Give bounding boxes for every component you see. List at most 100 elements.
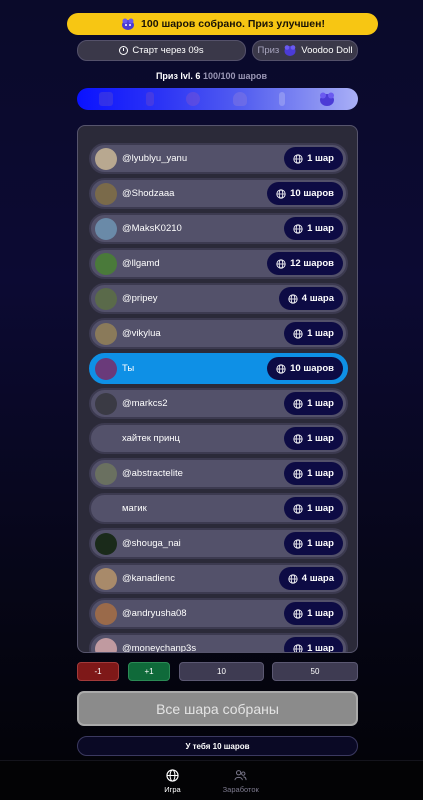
globe-icon (293, 538, 303, 549)
ball-count-text: 4 шара (301, 573, 334, 584)
avatar (95, 428, 117, 450)
ball-count-text: 1 шар (307, 398, 334, 409)
globe-icon (293, 468, 303, 479)
ball-count-badge: 1 шар (284, 392, 343, 415)
list-item[interactable]: @andryusha08 1 шар (89, 598, 348, 629)
start-timer: Старт через 09s (77, 40, 246, 61)
add-ten-button[interactable]: 10 (179, 662, 264, 681)
avatar (95, 357, 117, 380)
list-item[interactable]: @lyublyu_yanu 1 шар (89, 143, 348, 174)
avatar (95, 252, 117, 275)
globe-icon (166, 769, 179, 782)
ball-count-text: 12 шаров (290, 258, 334, 269)
player-name: магик (122, 503, 147, 514)
list-item[interactable]: @vikylua 1 шар (89, 318, 348, 349)
ball-count-text: 1 шар (307, 433, 334, 444)
level-4-icon (232, 92, 247, 106)
list-item[interactable]: магик 1 шар (89, 493, 348, 524)
list-item-me[interactable]: Ты 10 шаров (89, 353, 348, 384)
avatar (95, 567, 117, 590)
players-list[interactable]: @lyublyu_yanu 1 шар @Shodzaaa 10 шаров @Maks… (77, 125, 358, 653)
player-name: @andryusha08 (122, 608, 187, 619)
player-name: @shouga_nai (122, 538, 181, 549)
prize-level-heading: Приз lvl. 6 100/100 шаров (0, 71, 423, 81)
list-item[interactable]: @shouga_nai 1 шар (89, 528, 348, 559)
ball-count-badge: 1 шар (284, 462, 343, 485)
globe-icon (293, 608, 303, 619)
prize-level-label: Приз lvl. 6 (155, 71, 201, 81)
ball-count-badge: 1 шар (284, 497, 343, 520)
ball-count-badge: 1 шар (284, 147, 343, 170)
ball-count-text: 1 шар (307, 223, 334, 234)
globe-icon (293, 433, 303, 444)
voodoo-doll-icon (284, 45, 296, 56)
prize-label: Приз (257, 45, 280, 56)
nav-label-earnings: Заработок (222, 785, 259, 794)
ball-count-badge: 1 шар (284, 532, 343, 555)
ball-count-text: 4 шара (301, 293, 334, 304)
avatar (95, 147, 117, 170)
list-item[interactable]: @markcs2 1 шар (89, 388, 348, 419)
player-name: @llgamd (122, 258, 160, 269)
globe-icon (288, 293, 298, 304)
ball-count-badge: 10 шаров (267, 182, 343, 205)
prize-pill[interactable]: Приз Voodoo Doll (252, 40, 358, 61)
users-icon (234, 770, 247, 781)
ball-count-badge: 1 шар (284, 322, 343, 345)
list-item[interactable]: @pripey 4 шара (89, 283, 348, 314)
avatar (95, 182, 117, 205)
globe-icon (293, 328, 303, 339)
ball-count-text: 1 шар (307, 468, 334, 479)
list-item[interactable]: @kanadienc 4 шара (89, 563, 348, 594)
level-1-icon (99, 92, 114, 106)
ball-count-badge: 1 шар (284, 602, 343, 625)
globe-icon (293, 223, 303, 234)
ball-count-badge: 1 шар (284, 217, 343, 240)
avatar (95, 287, 117, 310)
prize-name: Voodoo Doll (301, 45, 353, 56)
your-balls-count: У тебя 10 шаров (77, 736, 358, 756)
avatar (95, 217, 117, 240)
ball-count-text: 1 шар (307, 328, 334, 339)
ball-count-text: 10 шаров (290, 363, 334, 374)
plus-one-button[interactable]: +1 (128, 662, 170, 681)
globe-icon (293, 153, 303, 164)
player-name: @kanadienc (122, 573, 175, 584)
globe-icon (288, 573, 298, 584)
avatar (95, 392, 117, 415)
prize-level-bar (77, 88, 358, 110)
player-name: @pripey (122, 293, 158, 304)
ball-count-badge: 1 шар (284, 427, 343, 450)
player-name: @lyublyu_yanu (122, 153, 188, 164)
avatar (95, 602, 117, 625)
nav-item-game[interactable]: Игра (164, 769, 181, 800)
list-item[interactable]: @abstractelite 1 шар (89, 458, 348, 489)
player-name: @markcs2 (122, 398, 168, 409)
globe-icon (293, 643, 303, 652)
ball-count-badge: 4 шара (278, 567, 343, 590)
list-item[interactable]: @moneychanp3s 1 шар (89, 633, 348, 653)
avatar (95, 462, 117, 485)
nav-item-earnings[interactable]: Заработок (223, 769, 259, 800)
level-2-icon (145, 92, 154, 106)
player-name: @Shodzaaa (122, 188, 175, 199)
minus-one-button[interactable]: -1 (77, 662, 119, 681)
list-item[interactable]: @MaksK0210 1 шар (89, 213, 348, 244)
add-fifty-button[interactable]: 50 (272, 662, 358, 681)
list-item[interactable]: @Shodzaaa 10 шаров (89, 178, 348, 209)
player-name: Ты (122, 363, 135, 374)
player-name: @vikylua (122, 328, 161, 339)
player-name: @abstractelite (122, 468, 183, 479)
ball-count-badge: 1 шар (284, 637, 343, 652)
player-name: @moneychanp3s (122, 643, 197, 653)
list-item[interactable]: @llgamd 12 шаров (89, 248, 348, 279)
list-item[interactable]: хайтек принц 1 шар (89, 423, 348, 454)
avatar (95, 637, 117, 652)
level-6-icon (319, 92, 334, 106)
ball-count-text: 1 шар (307, 538, 334, 549)
all-balls-collected-button[interactable]: Все шара собраны (77, 691, 358, 726)
banner-text: 100 шаров собрано. Приз улучшен! (141, 18, 325, 30)
globe-icon (293, 503, 303, 514)
avatar (95, 322, 117, 345)
prize-level-progress: 100/100 шаров (202, 71, 268, 81)
